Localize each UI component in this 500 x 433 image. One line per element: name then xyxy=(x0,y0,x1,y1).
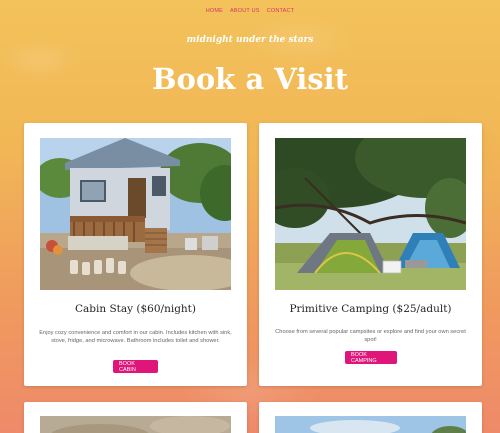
card-partial-left-photo xyxy=(40,416,231,433)
nav-contact[interactable]: CONTACT xyxy=(267,8,295,14)
camping-card: Primitive Camping ($25/adult) Choose fro… xyxy=(259,123,482,386)
page-title: Book a Visit xyxy=(151,62,349,96)
cabin-photo xyxy=(40,138,231,290)
card-partial-right xyxy=(259,402,482,433)
book-camping-button[interactable]: BOOK CAMPING xyxy=(345,351,397,364)
cabin-card-title: Cabin Stay ($60/night) xyxy=(74,303,196,315)
card-partial-right-photo xyxy=(275,416,466,433)
cabin-card-description: Enjoy cozy convenience and comfort in ou… xyxy=(39,330,232,345)
top-nav: HOME ABOUT US CONTACT xyxy=(0,8,500,14)
nav-about-us[interactable]: ABOUT US xyxy=(230,8,260,14)
site-tagline: midnight under the stars xyxy=(186,35,314,45)
camping-card-title: Primitive Camping ($25/adult) xyxy=(289,303,452,315)
camping-photo xyxy=(275,138,466,290)
camping-card-description: Choose from several popular campsites or… xyxy=(275,329,466,344)
card-partial-left xyxy=(24,402,247,433)
nav-home[interactable]: HOME xyxy=(206,8,223,14)
cabin-card: Cabin Stay ($60/night) Enjoy cozy conven… xyxy=(24,123,247,386)
book-cabin-button[interactable]: BOOK CABIN xyxy=(113,360,158,373)
